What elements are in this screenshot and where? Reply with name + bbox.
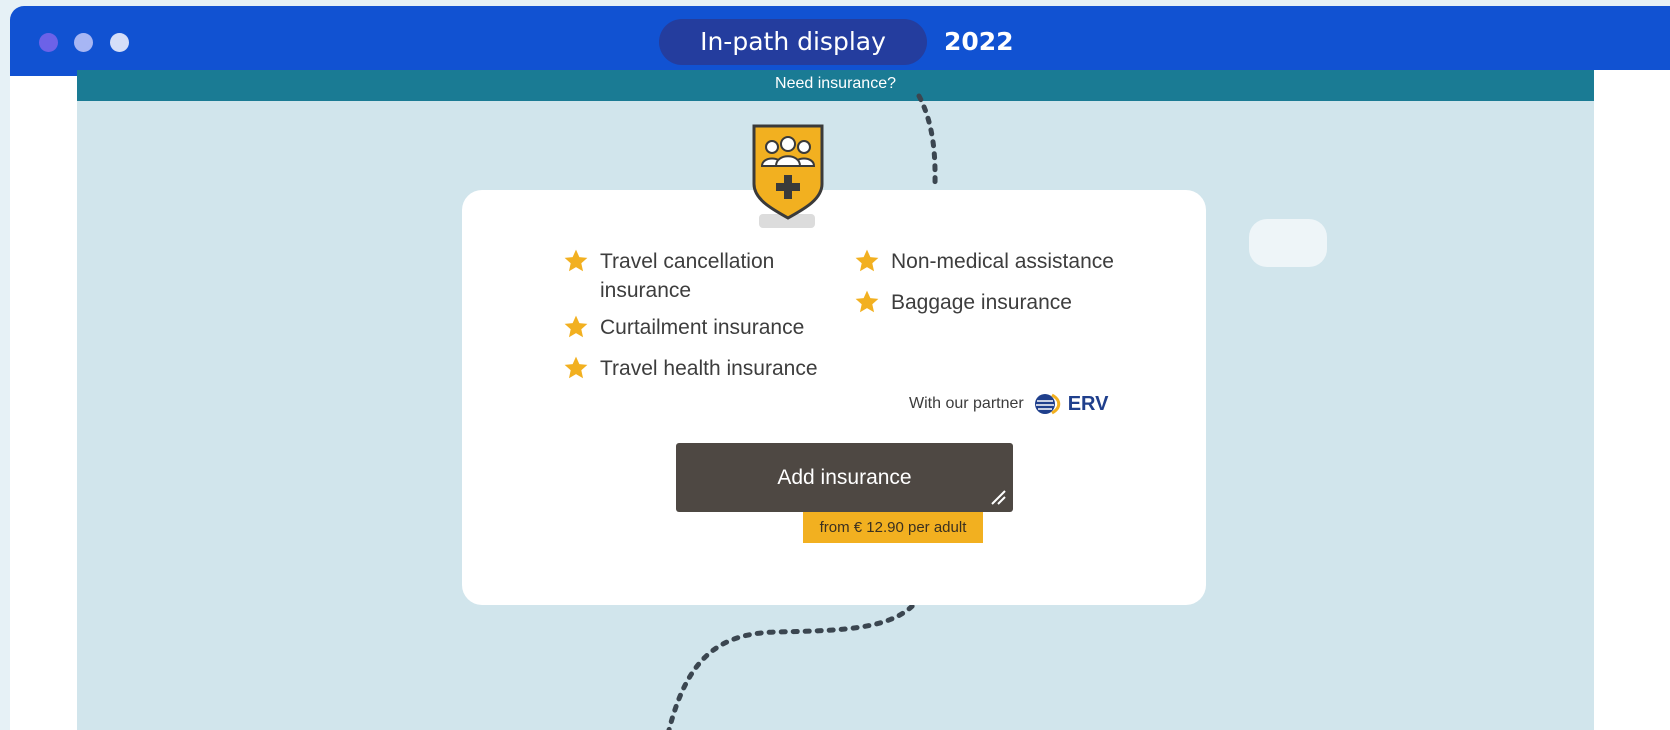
add-insurance-button[interactable]: Add insurance (676, 443, 1013, 512)
feature-non-medical-assistance: Non-medical assistance (854, 247, 1134, 276)
partner-text: With our partner (909, 395, 1024, 412)
add-insurance-label: Add insurance (777, 466, 912, 489)
feature-travel-health: Travel health insurance (563, 354, 843, 383)
erv-globe-icon (1034, 393, 1060, 415)
star-icon (564, 249, 588, 272)
star-icon (564, 356, 588, 379)
window-close-dot[interactable] (39, 33, 58, 52)
feature-label: Non-medical assistance (891, 250, 1114, 273)
feature-label-continued: insurance (600, 279, 692, 302)
feature-label: Baggage insurance (891, 291, 1072, 314)
price-tag: from € 12.90 per adult (803, 512, 983, 543)
star-icon (855, 290, 879, 313)
resize-grip-icon (991, 490, 1006, 505)
feature-curtailment: Curtailment insurance (563, 313, 823, 342)
cloud-decoration-right (1249, 219, 1327, 267)
star-icon (855, 249, 879, 272)
erv-wordmark: ERV (1067, 392, 1109, 415)
display-type-label: In-path display (659, 19, 927, 65)
year-label: 2022 (944, 27, 1014, 56)
star-icon (564, 315, 588, 338)
feature-label: Travel health insurance (600, 357, 818, 380)
window-minimize-dot[interactable] (74, 33, 93, 52)
right-margin (1594, 70, 1670, 730)
title-bar: In-path display 2022 (10, 6, 1670, 76)
feature-label: Curtailment insurance (600, 316, 805, 339)
feature-label: Travel cancellation (600, 250, 775, 273)
feature-travel-cancellation: Travel cancellation insurance (563, 247, 823, 305)
feature-baggage: Baggage insurance (854, 288, 1134, 317)
insurance-screenshot: Need insurance? Travel cancellation insu… (77, 70, 1594, 730)
partner-attribution: With our partner ERV (909, 392, 1108, 416)
erv-logo: ERV (1034, 392, 1109, 416)
window-maximize-dot[interactable] (110, 33, 129, 52)
family-shield-icon (752, 124, 824, 228)
